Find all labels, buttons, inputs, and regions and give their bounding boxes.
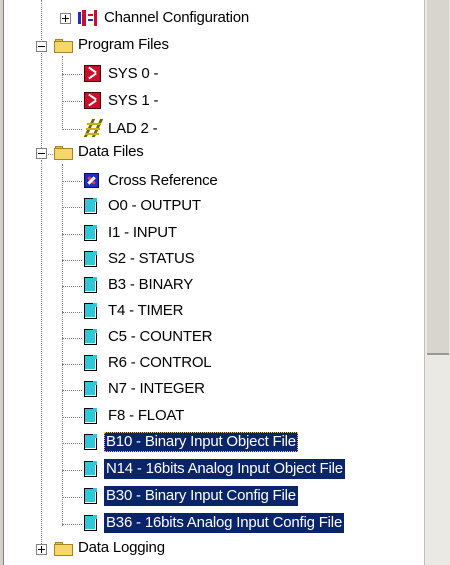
tree-item-channel-configuration[interactable]: Channel Configuration <box>102 8 251 28</box>
data-file-icon <box>84 515 97 531</box>
tree-item-b36[interactable]: B36 - 16bits Analog Input Config File <box>104 513 345 533</box>
tree-line <box>62 524 82 525</box>
tree-line <box>62 390 82 391</box>
tree-line <box>62 338 82 339</box>
ladder-program-icon <box>83 118 104 138</box>
collapse-data-files[interactable] <box>36 148 47 159</box>
tree-line <box>62 129 82 130</box>
tree-line <box>62 101 82 102</box>
data-file-icon <box>84 488 97 504</box>
data-file-icon <box>84 434 97 450</box>
data-file-icon <box>84 251 97 267</box>
expand-channel-configuration[interactable] <box>60 13 71 24</box>
tree-item-sys1[interactable]: SYS 1 - <box>106 91 160 111</box>
tree-item-b30[interactable]: B30 - Binary Input Config File <box>104 486 298 506</box>
project-tree[interactable]: Channel Configuration Program Files SYS … <box>4 0 424 565</box>
tree-line <box>62 286 82 287</box>
tree-line <box>62 74 82 75</box>
data-file-icon <box>84 355 97 371</box>
tree-line <box>62 181 82 182</box>
tree-line <box>62 470 82 471</box>
data-file-icon <box>84 461 97 477</box>
folder-icon <box>54 146 73 160</box>
tree-line <box>62 443 82 444</box>
expand-data-logging[interactable] <box>36 544 47 555</box>
tree-item-lad2[interactable]: LAD 2 - <box>106 119 159 139</box>
folder-icon <box>54 542 73 556</box>
tree-item-cross-reference[interactable]: Cross Reference <box>106 171 220 191</box>
data-file-icon <box>84 329 97 345</box>
tree-item-c5[interactable]: C5 - COUNTER <box>106 327 214 347</box>
system-program-icon <box>84 92 101 109</box>
scrollbar-thumb[interactable] <box>427 0 449 355</box>
tree-line <box>41 160 42 550</box>
tree-item-r6[interactable]: R6 - CONTROL <box>106 353 213 373</box>
tree-line <box>41 0 42 148</box>
collapse-program-files[interactable] <box>36 41 47 52</box>
system-program-icon <box>84 65 101 82</box>
vertical-scrollbar[interactable] <box>424 0 450 565</box>
cross-reference-icon <box>84 173 99 188</box>
data-file-icon <box>84 303 97 319</box>
tree-item-data-logging[interactable]: Data Logging <box>76 538 167 558</box>
data-file-icon <box>84 408 97 424</box>
data-file-icon <box>84 277 97 293</box>
tree-line <box>62 497 82 498</box>
tree-item-program-files[interactable]: Program Files <box>76 35 171 55</box>
tree-line <box>62 207 82 208</box>
folder-icon <box>54 39 73 53</box>
tree-item-o0[interactable]: O0 - OUTPUT <box>106 196 203 216</box>
tree-item-b10[interactable]: B10 - Binary Input Object File <box>104 432 298 452</box>
tree-line <box>62 234 82 235</box>
tree-item-data-files[interactable]: Data Files <box>76 142 146 162</box>
tree-item-n7[interactable]: N7 - INTEGER <box>106 379 207 399</box>
data-file-icon <box>84 381 97 397</box>
tree-item-t4[interactable]: T4 - TIMER <box>106 301 185 321</box>
data-file-icon <box>84 198 97 214</box>
tree-item-n14[interactable]: N14 - 16bits Analog Input Object File <box>104 459 345 479</box>
data-file-icon <box>84 225 97 241</box>
tree-line <box>62 364 82 365</box>
tree-item-f8[interactable]: F8 - FLOAT <box>106 406 186 426</box>
tree-item-i1[interactable]: I1 - INPUT <box>106 223 179 243</box>
tree-item-b3[interactable]: B3 - BINARY <box>106 275 195 295</box>
tree-item-s2[interactable]: S2 - STATUS <box>106 249 196 269</box>
tree-line <box>62 312 82 313</box>
tree-line <box>62 417 82 418</box>
channel-configuration-icon <box>78 10 100 26</box>
tree-line <box>62 164 63 526</box>
tree-line <box>62 56 63 130</box>
tree-line <box>62 260 82 261</box>
tree-item-sys0[interactable]: SYS 0 - <box>106 64 160 84</box>
